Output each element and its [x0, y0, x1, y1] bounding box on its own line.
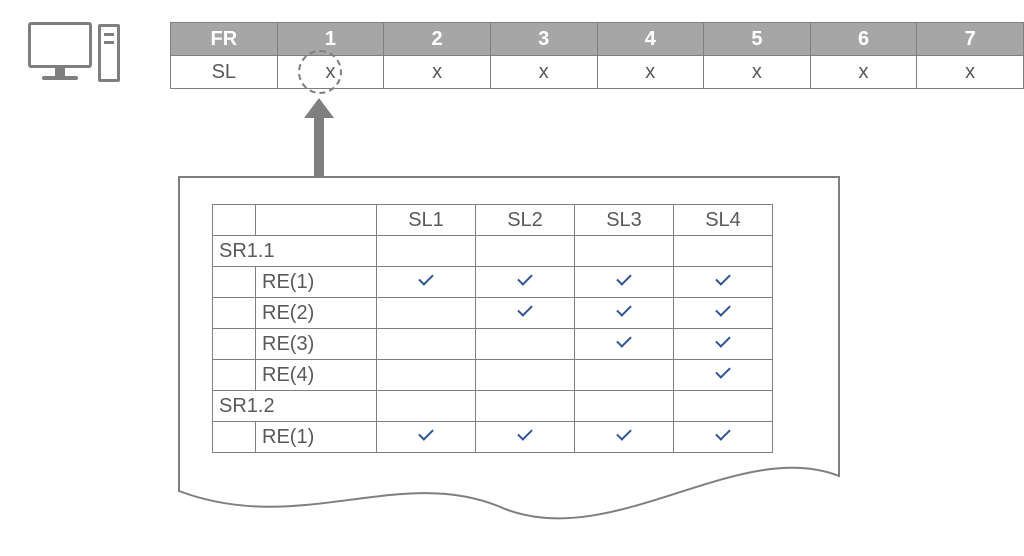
cell — [476, 267, 575, 298]
sl4-header: SL4 — [674, 205, 773, 236]
cell — [575, 329, 674, 360]
sl2-header: SL2 — [476, 205, 575, 236]
group-sr1-1-label: SR1.1 — [213, 236, 377, 267]
check-icon — [713, 305, 733, 319]
re-label: RE(3) — [256, 329, 377, 360]
cell — [674, 360, 773, 391]
row-sr1-1-re1: RE(1) — [213, 267, 773, 298]
diagram-canvas: FR 1 2 3 4 5 6 7 SL x x x x x x x — [0, 0, 1024, 556]
check-icon — [515, 429, 535, 443]
cell — [674, 298, 773, 329]
check-icon — [713, 336, 733, 350]
re-label: RE(1) — [256, 267, 377, 298]
cell — [476, 360, 575, 391]
cell — [476, 422, 575, 453]
fr-header-2: 2 — [384, 23, 491, 56]
sr-detail-table: SL1 SL2 SL3 SL4 SR1.1 RE(1) RE(2) — [212, 204, 773, 453]
group-sr1-1: SR1.1 — [213, 236, 773, 267]
fr-sl-table: FR 1 2 3 4 5 6 7 SL x x x x x x x — [170, 22, 1024, 89]
row-sr1-1-re2: RE(2) — [213, 298, 773, 329]
cell — [377, 360, 476, 391]
arrow-up-icon — [310, 98, 326, 176]
detail-blank-1 — [213, 205, 256, 236]
cell — [575, 422, 674, 453]
fr-header-label: FR — [171, 23, 278, 56]
sl-row-label: SL — [171, 56, 278, 89]
sl-cell-5: x — [704, 56, 811, 89]
fr-header-1: 1 — [277, 23, 384, 56]
check-icon — [614, 429, 634, 443]
check-icon — [416, 274, 436, 288]
check-icon — [713, 429, 733, 443]
cell — [377, 267, 476, 298]
sl-cell-7: x — [917, 56, 1024, 89]
re-label: RE(4) — [256, 360, 377, 391]
group-sr1-2-label: SR1.2 — [213, 391, 377, 422]
fr-header-4: 4 — [597, 23, 704, 56]
sl3-header: SL3 — [575, 205, 674, 236]
cell — [674, 329, 773, 360]
cell — [476, 329, 575, 360]
re-label: RE(2) — [256, 298, 377, 329]
row-sr1-1-re4: RE(4) — [213, 360, 773, 391]
fr-header-6: 6 — [810, 23, 917, 56]
cell — [575, 298, 674, 329]
cell — [575, 360, 674, 391]
row-sr1-2-re1: RE(1) — [213, 422, 773, 453]
check-icon — [614, 305, 634, 319]
fr-header-5: 5 — [704, 23, 811, 56]
detail-blank-2 — [256, 205, 377, 236]
sl-cell-2: x — [384, 56, 491, 89]
check-icon — [515, 274, 535, 288]
check-icon — [614, 336, 634, 350]
row-sr1-1-re3: RE(3) — [213, 329, 773, 360]
cell — [377, 422, 476, 453]
check-icon — [713, 274, 733, 288]
sl-cell-6: x — [810, 56, 917, 89]
check-icon — [713, 367, 733, 381]
cell — [575, 267, 674, 298]
cell — [377, 298, 476, 329]
fr-header-3: 3 — [490, 23, 597, 56]
fr-header-row: FR 1 2 3 4 5 6 7 — [171, 23, 1024, 56]
check-icon — [614, 274, 634, 288]
cell — [674, 422, 773, 453]
sl-cell-1: x — [277, 56, 384, 89]
sl1-header: SL1 — [377, 205, 476, 236]
cell — [377, 329, 476, 360]
computer-icon — [28, 22, 92, 82]
cell — [476, 298, 575, 329]
check-icon — [416, 429, 436, 443]
sl-cell-3: x — [490, 56, 597, 89]
check-icon — [515, 305, 535, 319]
sl-row: SL x x x x x x x — [171, 56, 1024, 89]
fr-header-7: 7 — [917, 23, 1024, 56]
detail-header-row: SL1 SL2 SL3 SL4 — [213, 205, 773, 236]
group-sr1-2: SR1.2 — [213, 391, 773, 422]
cell — [674, 267, 773, 298]
sl-cell-4: x — [597, 56, 704, 89]
re-label: RE(1) — [256, 422, 377, 453]
